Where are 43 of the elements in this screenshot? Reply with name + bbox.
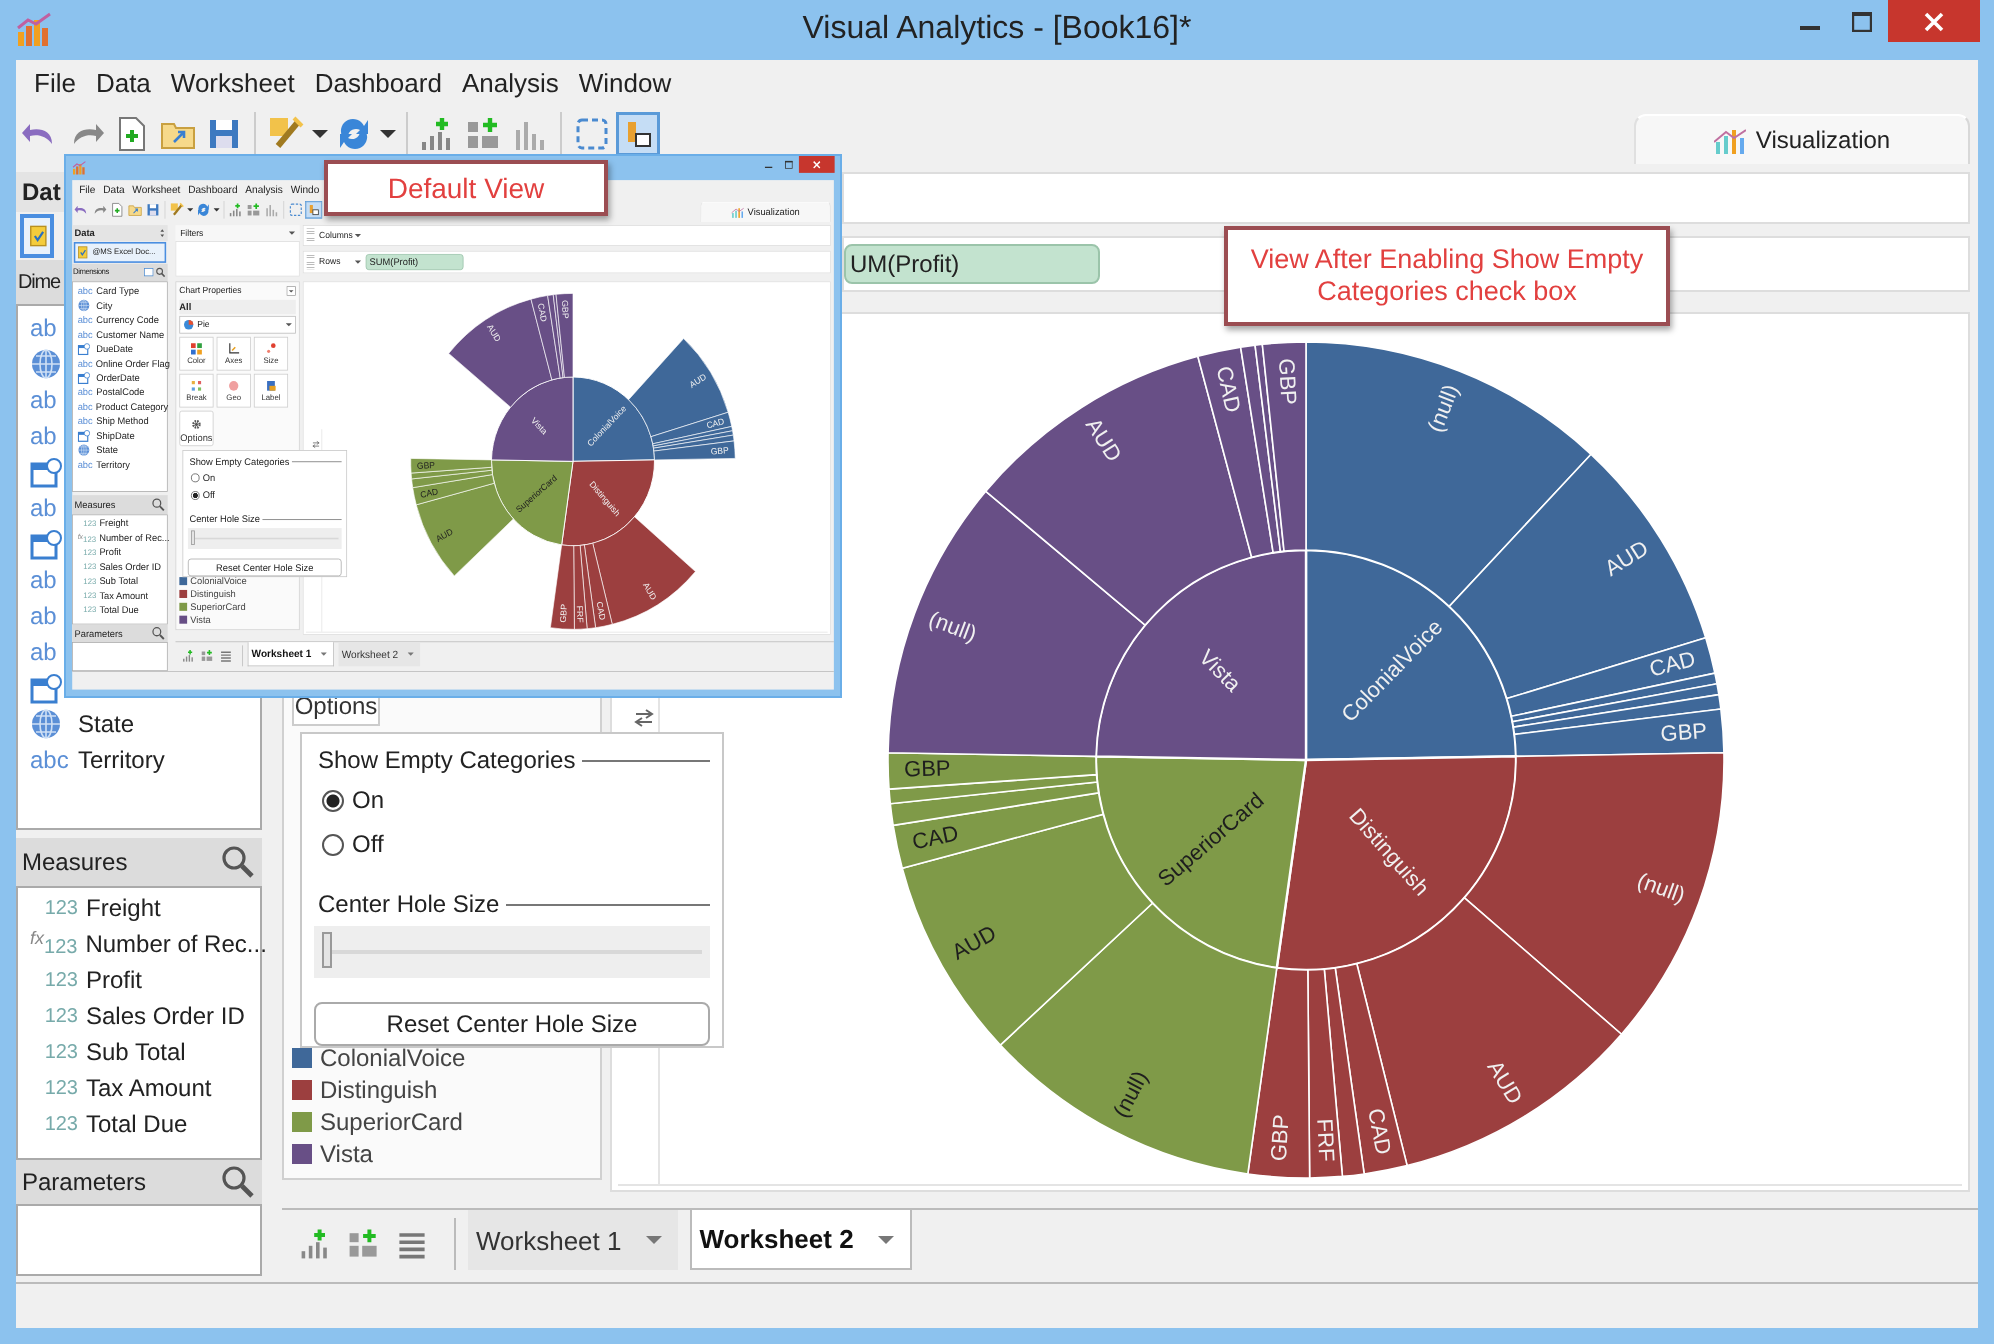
callout-tooltip: Default View xyxy=(324,160,608,216)
segment-label: (null) xyxy=(1109,1067,1154,1123)
text-type-icon: ab xyxy=(30,602,70,630)
number-type-icon: 123 xyxy=(30,1077,78,1099)
data-panel-header: Dat xyxy=(22,178,61,206)
segment-label: AUD xyxy=(948,921,1001,966)
window-title: Visual Analytics - [Book16]* xyxy=(802,12,1192,46)
segment-label: CAD xyxy=(910,822,961,856)
legend-label: Distinguish xyxy=(320,1076,438,1104)
text-type-icon: ab xyxy=(30,638,70,666)
text-type-icon: ab xyxy=(30,314,70,342)
legend-label: SuperiorCard xyxy=(320,1108,463,1136)
number-type-icon: $^{fx}$123 xyxy=(30,928,78,960)
number-type-icon: 123 xyxy=(30,969,78,991)
segment-label: GBP xyxy=(1273,357,1300,406)
text-type-icon: ab xyxy=(30,494,70,522)
segment-label: (null) xyxy=(1424,381,1465,436)
number-type-icon: 123 xyxy=(30,1113,78,1135)
text-type-icon: ab xyxy=(30,422,70,450)
group-title: Show Empty Categories xyxy=(318,746,576,774)
segment-label: (null) xyxy=(925,608,980,648)
dimensions-header: Dime xyxy=(18,271,60,293)
measures-header: Measures xyxy=(22,848,128,876)
text-type-icon: abc xyxy=(30,746,70,774)
segment-label: FRF xyxy=(1311,1118,1338,1163)
segment-label: AUD xyxy=(1601,536,1654,582)
segment-label: CAD xyxy=(1210,364,1244,415)
legend-label: Vista xyxy=(320,1140,373,1168)
segment-label: GBP xyxy=(903,757,951,783)
text-type-icon: ab xyxy=(30,566,70,594)
legend-label: ColonialVoice xyxy=(320,1044,466,1072)
number-type-icon: 123 xyxy=(30,897,78,919)
group-title: Center Hole Size xyxy=(318,890,500,918)
segment-label: GBP xyxy=(1659,720,1708,748)
number-type-icon: 123 xyxy=(30,1005,78,1027)
segment-label: (null) xyxy=(1633,869,1688,909)
parameters-header: Parameters xyxy=(22,1168,147,1196)
segment-label: CAD xyxy=(1362,1106,1395,1157)
text-type-icon: ab xyxy=(30,386,70,414)
number-type-icon: 123 xyxy=(30,1041,78,1063)
segment-label: GBP xyxy=(1267,1114,1295,1162)
segment-label: CAD xyxy=(1647,647,1699,683)
callout-tooltip: View After Enabling Show Empty Categories check box xyxy=(1224,226,1670,326)
